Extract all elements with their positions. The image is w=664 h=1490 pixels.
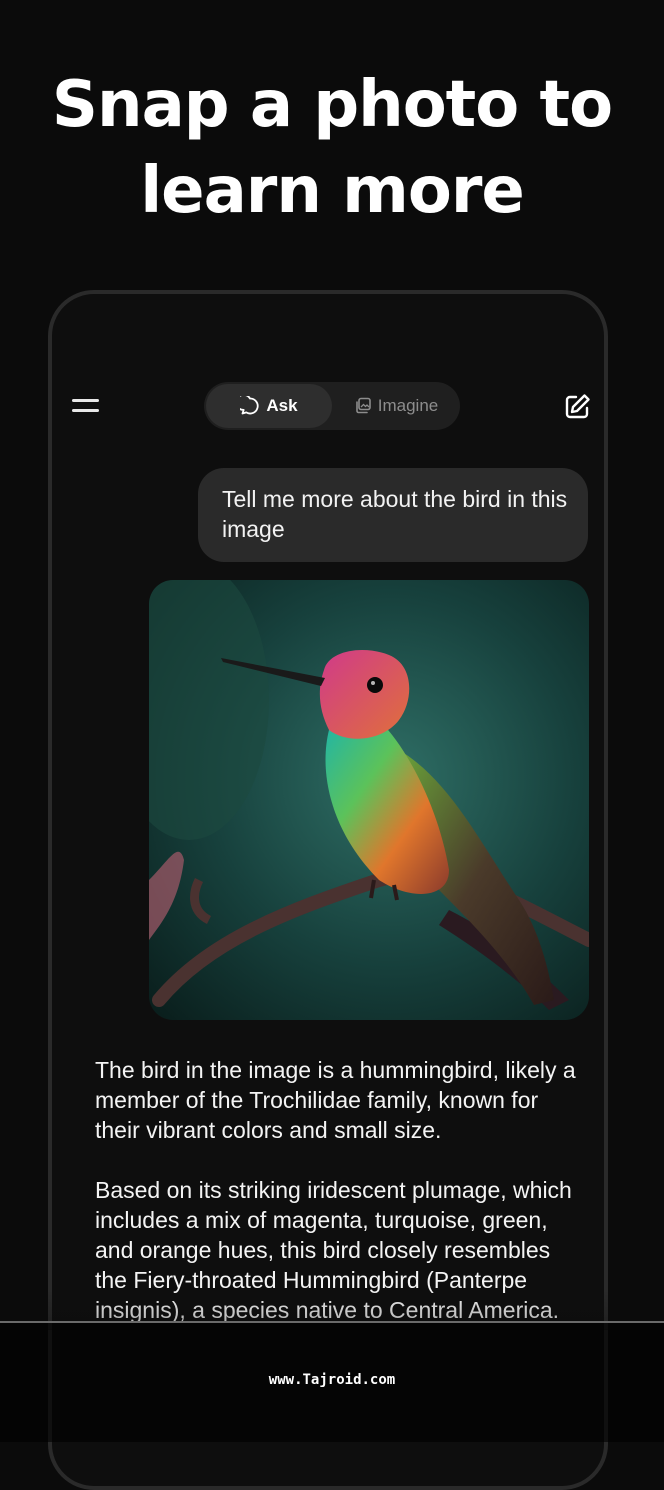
menu-button[interactable] [72, 396, 102, 418]
headline-line-1: Snap a photo to [51, 68, 613, 142]
user-message-text: Tell me more about the bird in this imag… [222, 486, 568, 542]
user-message-bubble: Tell me more about the bird in this imag… [198, 468, 588, 562]
hummingbird-illustration [149, 580, 589, 1020]
hummingbird-photo[interactable] [149, 580, 589, 1020]
new-chat-button[interactable] [562, 392, 592, 422]
tab-imagine[interactable]: Imagine [334, 384, 458, 428]
headline-line-2: learn more [140, 154, 525, 228]
tab-ask-label: Ask [266, 396, 298, 415]
hamburger-menu-icon-bar [72, 409, 99, 412]
tab-ask[interactable]: Ask [206, 384, 332, 428]
headline: Snap a photo to learn more [0, 62, 664, 234]
image-stack-icon [355, 397, 371, 414]
watermark: www.Tajroid.com [268, 1372, 396, 1388]
chat-bubble-icon [240, 396, 259, 415]
tab-imagine-label: Imagine [377, 396, 439, 415]
new-chat-edit-icon [565, 394, 590, 419]
reply-paragraph: The bird in the image is a hummingbird, … [95, 1057, 576, 1143]
hamburger-menu-icon [72, 399, 99, 402]
